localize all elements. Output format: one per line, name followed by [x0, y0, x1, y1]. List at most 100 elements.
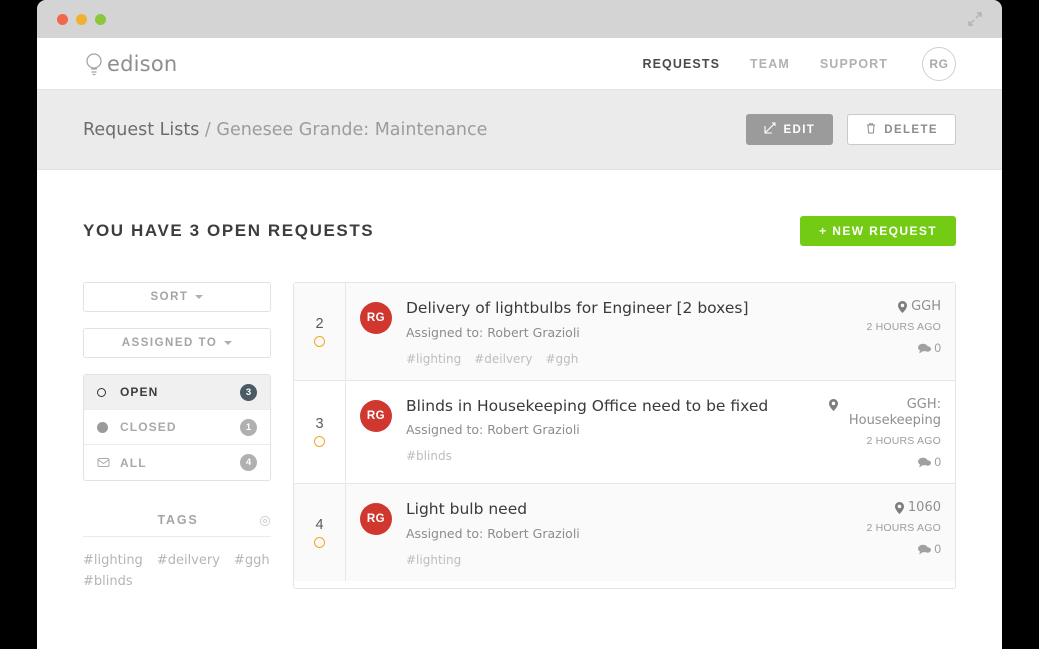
edit-button[interactable]: EDIT	[746, 114, 834, 145]
table-row[interactable]: 4 RG Light bulb need Assigned to: Robert…	[294, 484, 955, 581]
tag-cloud: #lighting #deilvery #ggh #blinds	[83, 537, 271, 589]
chevron-down-icon	[224, 341, 233, 345]
tag-item[interactable]: #deilvery	[474, 352, 532, 366]
browser-titlebar	[37, 0, 1002, 38]
map-pin-icon	[894, 502, 904, 515]
request-text: Blinds in Housekeeping Office need to be…	[406, 397, 815, 470]
tag-item[interactable]: #lighting	[83, 553, 143, 568]
tag-item[interactable]: #ggh	[234, 553, 270, 568]
browser-window: edison REQUESTS TEAM SUPPORT RG Request …	[37, 0, 1002, 649]
breadcrumb: Request Lists / Genesee Grande: Maintena…	[83, 120, 487, 140]
new-request-button[interactable]: + NEW REQUEST	[800, 216, 956, 246]
app-header: edison REQUESTS TEAM SUPPORT RG	[37, 38, 1002, 90]
main-navigation: REQUESTS TEAM SUPPORT RG	[642, 46, 956, 81]
tag-item[interactable]: #deilvery	[157, 553, 220, 568]
request-location-label: GGH	[911, 299, 941, 314]
request-title[interactable]: Delivery of lightbulbs for Engineer [2 b…	[406, 299, 815, 318]
sort-dropdown-label: SORT	[150, 291, 189, 303]
breadcrumb-bar: Request Lists / Genesee Grande: Maintena…	[37, 90, 1002, 170]
sidebar-item-open[interactable]: OPEN 3	[84, 375, 270, 410]
tag-item[interactable]: #ggh	[545, 352, 578, 366]
sidebar: SORT ASSIGNED TO OPEN 3 CLOSED 1 ALL 4 T…	[83, 282, 271, 589]
window-controls	[57, 13, 106, 25]
maximize-window-button[interactable]	[95, 13, 106, 25]
request-comment-count: 0	[934, 455, 941, 470]
assigned-to-dropdown-label: ASSIGNED TO	[121, 337, 218, 349]
request-text: Delivery of lightbulbs for Engineer [2 b…	[406, 299, 815, 366]
table-row[interactable]: 3 RG Blinds in Housekeeping Office need …	[294, 380, 955, 485]
open-ring-icon	[314, 436, 325, 448]
nav-item-requests[interactable]: REQUESTS	[642, 57, 720, 71]
gear-icon[interactable]	[259, 514, 271, 527]
open-ring-icon	[314, 335, 325, 347]
request-comment-count: 0	[934, 341, 941, 356]
delete-button[interactable]: DELETE	[847, 114, 956, 145]
app-logo[interactable]: edison	[83, 51, 177, 77]
avatar: RG	[360, 503, 392, 536]
request-title[interactable]: Light bulb need	[406, 500, 815, 519]
filled-circle-icon	[97, 421, 111, 433]
request-title[interactable]: Blinds in Housekeeping Office need to be…	[406, 397, 815, 416]
request-comments[interactable]: 0	[918, 341, 941, 355]
request-body: RG Delivery of lightbulbs for Engineer […	[346, 283, 955, 380]
open-ring-icon	[314, 536, 325, 548]
minimize-window-button[interactable]	[76, 13, 87, 25]
request-number-cell: 3	[294, 380, 346, 484]
trash-icon	[865, 122, 877, 137]
request-timestamp: 2 HOURS AGO	[866, 435, 941, 448]
sidebar-item-closed-count: 1	[240, 418, 257, 436]
close-window-button[interactable]	[57, 13, 68, 25]
sort-dropdown[interactable]: SORT	[83, 282, 271, 312]
map-pin-icon	[898, 301, 908, 313]
request-timestamp: 2 HOURS AGO	[866, 522, 941, 535]
request-comments[interactable]: 0	[918, 542, 941, 556]
request-assignee: Assigned to: Robert Grazioli	[406, 525, 580, 541]
request-assignee: Assigned to: Robert Grazioli	[406, 422, 580, 438]
request-location-label: 1060	[907, 500, 941, 516]
sidebar-item-open-count: 3	[240, 383, 257, 401]
main-content: YOU HAVE 3 OPEN REQUESTS + NEW REQUEST S…	[37, 170, 1002, 589]
nav-item-team[interactable]: TEAM	[750, 57, 790, 71]
sidebar-item-all[interactable]: ALL 4	[84, 445, 270, 480]
user-avatar[interactable]: RG	[922, 46, 956, 81]
main-header: YOU HAVE 3 OPEN REQUESTS + NEW REQUEST	[83, 216, 956, 260]
status-filter-list: OPEN 3 CLOSED 1 ALL 4	[83, 374, 271, 481]
sidebar-item-all-count: 4	[240, 454, 257, 471]
request-number-cell: 2	[294, 283, 346, 380]
app-logo-text: edison	[107, 51, 178, 76]
comment-bubble-icon	[918, 457, 932, 468]
request-meta: GGH: Housekeeping 2 HOURS AGO 0	[829, 396, 941, 469]
request-body: RG Blinds in Housekeeping Office need to…	[346, 381, 955, 484]
tag-item[interactable]: #lighting	[406, 553, 461, 567]
expand-arrows-icon[interactable]	[966, 10, 984, 28]
map-pin-icon	[829, 398, 838, 411]
page-title: YOU HAVE 3 OPEN REQUESTS	[83, 221, 375, 240]
request-number: 3	[315, 416, 324, 433]
request-location: GGH	[898, 299, 941, 315]
assigned-to-dropdown[interactable]: ASSIGNED TO	[83, 328, 271, 358]
request-tags: #blinds	[406, 449, 815, 463]
table-row[interactable]: 2 RG Delivery of lightbulbs for Engineer…	[294, 283, 955, 381]
tag-item[interactable]: #blinds	[83, 574, 133, 589]
breadcrumb-separator: /	[199, 119, 217, 140]
tags-header: TAGS	[83, 513, 271, 537]
comment-bubble-icon	[918, 343, 932, 354]
request-comments[interactable]: 0	[918, 455, 941, 469]
request-location-label: GGH: Housekeeping	[848, 396, 941, 428]
nav-item-support[interactable]: SUPPORT	[820, 57, 888, 71]
request-number-cell: 4	[294, 484, 346, 581]
tag-item[interactable]: #lighting	[406, 352, 461, 366]
request-tags: #lighting	[406, 553, 815, 567]
pencil-square-icon	[764, 122, 776, 137]
tags-title: TAGS	[157, 513, 199, 527]
avatar: RG	[360, 302, 392, 334]
request-location: 1060	[894, 500, 941, 516]
delete-button-label: DELETE	[884, 123, 938, 136]
sidebar-item-open-label: OPEN	[120, 385, 159, 399]
sidebar-item-closed[interactable]: CLOSED 1	[84, 410, 270, 445]
breadcrumb-parent[interactable]: Request Lists	[83, 120, 199, 140]
open-circle-icon	[97, 387, 111, 397]
request-meta: GGH 2 HOURS AGO 0	[829, 299, 941, 366]
tag-item[interactable]: #blinds	[406, 449, 452, 463]
request-meta: 1060 2 HOURS AGO 0	[829, 500, 941, 567]
